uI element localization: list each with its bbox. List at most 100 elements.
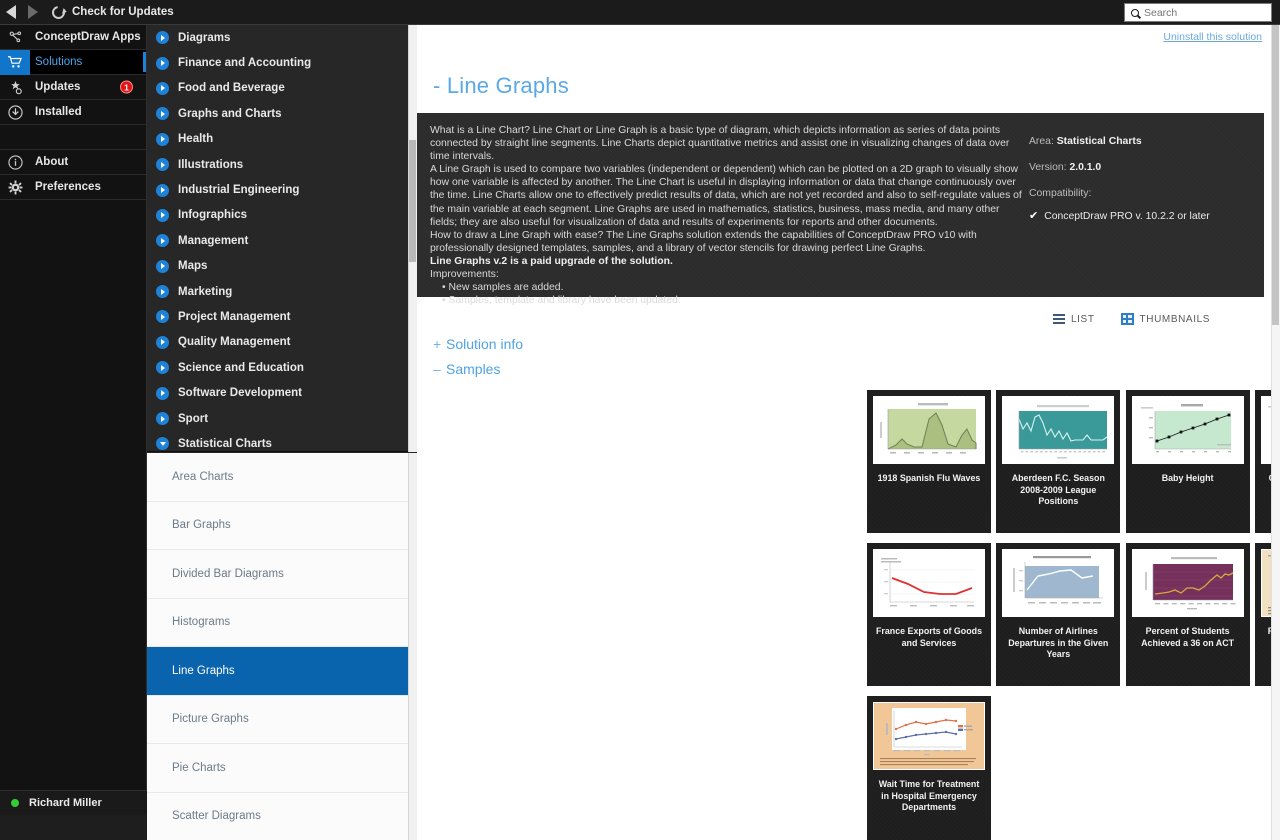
sample-title: France Exports of Goods and Services xyxy=(875,626,983,648)
sidebar-item-installed[interactable]: Installed xyxy=(0,100,146,125)
subcategory-item-picture-graphs[interactable]: Picture Graphs xyxy=(147,696,417,744)
chevron-right-icon xyxy=(156,386,169,400)
back-button[interactable] xyxy=(0,0,22,25)
sample-thumbnail-blue-area-white-line[interactable] xyxy=(1002,549,1115,617)
chevron-right-icon xyxy=(156,259,169,273)
category-item-label: Maps xyxy=(178,260,208,273)
category-item-label: Illustrations xyxy=(178,158,244,171)
category-item-illustrations[interactable]: Illustrations xyxy=(147,152,417,177)
category-item-label: Food and Beverage xyxy=(178,82,285,95)
section-label: Samples xyxy=(446,361,501,377)
category-item-management[interactable]: Management xyxy=(147,228,417,253)
category-item-label: Finance and Accounting xyxy=(178,57,312,70)
user-name: Richard Miller xyxy=(29,797,102,809)
category-item-quality-management[interactable]: Quality Management xyxy=(147,330,417,355)
subcategory-item-pie-charts[interactable]: Pie Charts xyxy=(147,744,417,793)
view-mode-toggle: LIST THUMBNAILS xyxy=(1053,313,1210,325)
sample-thumbnail-purple-gold-line[interactable] xyxy=(1131,549,1244,617)
search-box[interactable] xyxy=(1124,3,1272,22)
forward-button[interactable] xyxy=(22,0,44,25)
category-item-diagrams[interactable]: Diagrams xyxy=(147,25,417,50)
sample-title: Wait Time for Treatment in Hospital Emer… xyxy=(878,779,980,812)
sample-card[interactable]: Percent of Students Achieved a 36 on ACT xyxy=(1125,543,1250,686)
chevron-down-icon xyxy=(156,437,169,451)
subcategory-item-line-graphs[interactable]: Line Graphs xyxy=(147,647,417,696)
main-scrollbar-thumb[interactable] xyxy=(1272,25,1279,325)
view-mode-thumbnails[interactable]: THUMBNAILS xyxy=(1120,313,1210,325)
subcategory-item-histograms[interactable]: Histograms xyxy=(147,599,417,647)
view-mode-list-label: LIST xyxy=(1071,313,1095,325)
uninstall-solution-link[interactable]: Uninstall this solution xyxy=(1163,31,1262,43)
cart-icon xyxy=(0,49,30,75)
category-item-graphs-and-charts[interactable]: Graphs and Charts xyxy=(147,101,417,126)
thumbnails-view-icon xyxy=(1120,313,1134,325)
description-paragraph: How to draw a Line Graph with ease? The … xyxy=(430,229,977,254)
improvements-list: New samples are added. Samples, template… xyxy=(442,281,1022,307)
category-item-sport[interactable]: Sport xyxy=(147,406,417,431)
category-item-label: Marketing xyxy=(178,285,233,298)
sample-thumbnail-area-green-peaks[interactable] xyxy=(873,396,985,464)
check-for-updates-button[interactable]: Check for Updates xyxy=(49,2,174,22)
sample-thumbnail-peach-two-line[interactable] xyxy=(873,702,985,770)
chevron-right-icon xyxy=(156,183,169,197)
chevron-right-icon xyxy=(156,412,169,426)
category-item-maps[interactable]: Maps xyxy=(147,254,417,279)
subcategory-item-label: Picture Graphs xyxy=(172,713,249,726)
check-for-updates-label: Check for Updates xyxy=(72,6,174,18)
sidebar-item-label: Installed xyxy=(35,106,82,118)
category-item-health[interactable]: Health xyxy=(147,127,417,152)
sample-card[interactable]: Baby Height xyxy=(1125,390,1250,533)
category-item-industrial-engineering[interactable]: Industrial Engineering xyxy=(147,177,417,202)
sample-card[interactable]: Number of Airlines Departures in the Giv… xyxy=(996,543,1121,686)
sidebar-item-conceptdraw-apps[interactable]: ConceptDraw Apps xyxy=(0,25,146,50)
sample-thumbnail-teal-area-jagged[interactable] xyxy=(1002,396,1115,464)
sample-card[interactable]: France Exports of Goods and Services xyxy=(867,543,991,686)
subcategory-item-scatter-diagrams[interactable]: Scatter Diagrams xyxy=(147,793,417,840)
view-mode-list[interactable]: LIST xyxy=(1053,314,1095,325)
sidebar-item-preferences[interactable]: Preferences xyxy=(0,175,146,200)
category-item-label: Project Management xyxy=(178,310,291,323)
category-item-science-and-education[interactable]: Science and Education xyxy=(147,355,417,380)
category-item-food-and-beverage[interactable]: Food and Beverage xyxy=(147,76,417,101)
section-label: Solution info xyxy=(446,336,524,352)
category-item-finance-and-accounting[interactable]: Finance and Accounting xyxy=(147,50,417,75)
category-item-infographics[interactable]: Infographics xyxy=(147,203,417,228)
meta-version-label: Version: xyxy=(1029,162,1067,174)
section-samples[interactable]: – Samples xyxy=(433,361,500,377)
sample-card[interactable]: 1918 Spanish Flu Waves xyxy=(867,390,991,533)
sample-card[interactable]: Wait Time for Treatment in Hospital Emer… xyxy=(867,696,991,840)
chevron-right-icon xyxy=(156,31,169,45)
subcategory-item-label: Bar Graphs xyxy=(172,519,231,532)
subcategory-item-area-charts[interactable]: Area Charts xyxy=(147,453,417,502)
sample-thumbnail-red-u-curve[interactable] xyxy=(873,549,985,617)
sample-title: Aberdeen F.C. Season 2008-2009 League Po… xyxy=(1011,473,1105,506)
category-scrollbar-thumb[interactable] xyxy=(409,140,416,262)
subcategory-list: Area Charts Bar Graphs Divided Bar Diagram… xyxy=(147,453,417,840)
solution-description-panel: What is a Line Chart? Line Chart or Line… xyxy=(417,113,1264,306)
user-status-bar[interactable]: Richard Miller xyxy=(0,790,147,815)
category-item-project-management[interactable]: Project Management xyxy=(147,304,417,329)
sample-card[interactable]: Aberdeen F.C. Season 2008-2009 League Po… xyxy=(996,390,1121,533)
sidebar-item-solutions[interactable]: Solutions xyxy=(0,49,146,75)
search-input[interactable] xyxy=(1144,6,1264,19)
subcategory-scrollbar[interactable] xyxy=(408,453,417,840)
sidebar-item-updates[interactable]: Updates 1 xyxy=(0,75,146,100)
subcategory-item-label: Pie Charts xyxy=(172,761,226,774)
sidebar-item-label: Updates xyxy=(35,81,81,93)
chevron-right-icon xyxy=(156,208,169,222)
category-item-marketing[interactable]: Marketing xyxy=(147,279,417,304)
gear-icon xyxy=(0,175,30,200)
section-solution-info[interactable]: + Solution info xyxy=(433,336,523,352)
meta-area-value: Statistical Charts xyxy=(1056,136,1142,147)
category-item-software-development[interactable]: Software Development xyxy=(147,380,417,405)
meta-version: Version: 2.0.1.0 xyxy=(1029,161,1259,174)
category-item-label: Science and Education xyxy=(178,361,304,374)
subcategory-item-bar-graphs[interactable]: Bar Graphs xyxy=(147,502,417,550)
sample-thumbnail-green-scatter-trend[interactable] xyxy=(1131,396,1244,464)
sample-title: Percent of Students Achieved a 36 on ACT xyxy=(1141,626,1235,648)
category-scrollbar[interactable] xyxy=(408,25,417,452)
improvements-label: Improvements: xyxy=(430,269,499,281)
main-scrollbar[interactable] xyxy=(1271,25,1280,840)
sidebar-item-about[interactable]: About xyxy=(0,150,146,175)
subcategory-item-divided-bar-diagrams[interactable]: Divided Bar Diagrams xyxy=(147,550,417,599)
